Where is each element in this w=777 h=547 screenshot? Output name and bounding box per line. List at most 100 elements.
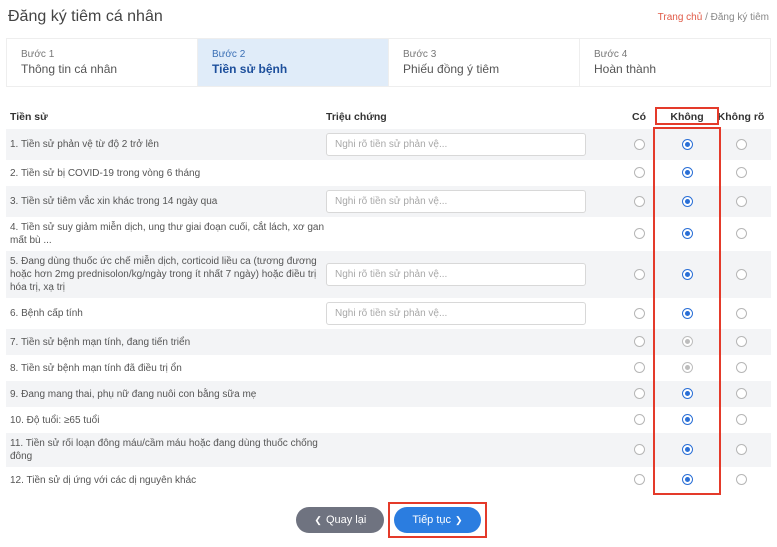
- next-button[interactable]: Tiếp tục ❯: [394, 507, 480, 533]
- row-option-cell: [663, 388, 711, 399]
- table-row: 7. Tiền sử bệnh mạn tính, đang tiến triể…: [6, 329, 771, 355]
- row-symptom-cell: [326, 263, 615, 286]
- back-button[interactable]: ❮ Quay lại: [296, 507, 384, 533]
- radio-yes[interactable]: [634, 362, 645, 373]
- col-header-no: Không: [663, 111, 711, 123]
- breadcrumb: Trang chủ / Đăng ký tiêm: [658, 12, 769, 23]
- row-option-cell: [663, 362, 711, 373]
- radio-no[interactable]: [682, 269, 693, 280]
- symptom-input[interactable]: [326, 190, 586, 213]
- row-option-cell: [615, 167, 663, 178]
- radio-yes[interactable]: [634, 228, 645, 239]
- step-2[interactable]: Bước 2 Tiền sử bệnh: [198, 39, 389, 86]
- row-label: 2. Tiền sử bị COVID-19 trong vòng 6 thán…: [6, 167, 326, 180]
- radio-unknown[interactable]: [736, 167, 747, 178]
- row-option-cell: [663, 414, 711, 425]
- row-option-cell: [663, 336, 711, 347]
- symptom-input[interactable]: [326, 133, 586, 156]
- row-option-cell: [615, 139, 663, 150]
- row-option-cell: [615, 228, 663, 239]
- radio-yes[interactable]: [634, 167, 645, 178]
- breadcrumb-sep: /: [705, 12, 708, 23]
- col-header-history: Tiền sử: [6, 111, 326, 123]
- row-label: 4. Tiền sử suy giảm miễn dịch, ung thư g…: [6, 221, 326, 247]
- radio-no[interactable]: [682, 139, 693, 150]
- row-option-cell: [615, 196, 663, 207]
- row-label: 1. Tiền sử phản vệ từ độ 2 trở lên: [6, 138, 326, 151]
- row-label: 5. Đang dùng thuốc ức chế miễn dịch, cor…: [6, 255, 326, 294]
- table-row: 11. Tiền sử rối loạn đông máu/cầm máu ho…: [6, 433, 771, 467]
- row-label: 6. Bệnh cấp tính: [6, 307, 326, 320]
- row-option-cell: [711, 196, 771, 207]
- step-1[interactable]: Bước 1 Thông tin cá nhân: [7, 39, 198, 86]
- row-option-cell: [615, 269, 663, 280]
- radio-unknown[interactable]: [736, 414, 747, 425]
- chevron-right-icon: ❯: [455, 515, 463, 526]
- row-option-cell: [711, 444, 771, 455]
- radio-yes[interactable]: [634, 308, 645, 319]
- radio-no[interactable]: [682, 167, 693, 178]
- radio-unknown[interactable]: [736, 474, 747, 485]
- radio-no[interactable]: [682, 414, 693, 425]
- radio-unknown[interactable]: [736, 269, 747, 280]
- table-row: 5. Đang dùng thuốc ức chế miễn dịch, cor…: [6, 251, 771, 298]
- table-row: 6. Bệnh cấp tính: [6, 298, 771, 329]
- table-row: 10. Độ tuổi: ≥65 tuổi: [6, 407, 771, 433]
- radio-yes[interactable]: [634, 336, 645, 347]
- symptom-input[interactable]: [326, 302, 586, 325]
- row-option-cell: [615, 474, 663, 485]
- row-option-cell: [663, 269, 711, 280]
- row-option-cell: [711, 167, 771, 178]
- col-header-unknown: Không rõ: [711, 111, 771, 123]
- radio-no[interactable]: [682, 362, 693, 373]
- radio-unknown[interactable]: [736, 388, 747, 399]
- row-option-cell: [615, 308, 663, 319]
- step-num: Bước 1: [21, 49, 183, 60]
- radio-yes[interactable]: [634, 269, 645, 280]
- radio-unknown[interactable]: [736, 228, 747, 239]
- breadcrumb-home[interactable]: Trang chủ: [658, 12, 703, 23]
- row-symptom-cell: [326, 302, 615, 325]
- step-4[interactable]: Bước 4 Hoàn thành: [580, 39, 770, 86]
- row-option-cell: [711, 388, 771, 399]
- row-option-cell: [711, 228, 771, 239]
- table-row: 12. Tiền sử dị ứng với các dị nguyên khá…: [6, 467, 771, 493]
- radio-yes[interactable]: [634, 444, 645, 455]
- radio-no[interactable]: [682, 336, 693, 347]
- radio-unknown[interactable]: [736, 362, 747, 373]
- radio-yes[interactable]: [634, 196, 645, 207]
- radio-yes[interactable]: [634, 388, 645, 399]
- chevron-left-icon: ❮: [314, 515, 322, 526]
- radio-yes[interactable]: [634, 139, 645, 150]
- row-option-cell: [615, 336, 663, 347]
- radio-unknown[interactable]: [736, 336, 747, 347]
- radio-no[interactable]: [682, 196, 693, 207]
- radio-no[interactable]: [682, 228, 693, 239]
- radio-no[interactable]: [682, 474, 693, 485]
- radio-unknown[interactable]: [736, 139, 747, 150]
- radio-unknown[interactable]: [736, 308, 747, 319]
- step-3[interactable]: Bước 3 Phiếu đồng ý tiêm: [389, 39, 580, 86]
- col-header-symptom: Triệu chứng: [326, 111, 615, 123]
- row-symptom-cell: [326, 133, 615, 156]
- radio-no[interactable]: [682, 308, 693, 319]
- row-label: 8. Tiền sử bệnh mạn tính đã điều trị ổn: [6, 362, 326, 375]
- row-option-cell: [663, 308, 711, 319]
- page-title: Đăng ký tiêm cá nhân: [8, 8, 163, 26]
- step-label: Thông tin cá nhân: [21, 62, 183, 76]
- radio-yes[interactable]: [634, 474, 645, 485]
- row-option-cell: [663, 167, 711, 178]
- radio-yes[interactable]: [634, 414, 645, 425]
- row-label: 11. Tiền sử rối loạn đông máu/cầm máu ho…: [6, 437, 326, 463]
- symptom-input[interactable]: [326, 263, 586, 286]
- row-option-cell: [711, 139, 771, 150]
- row-symptom-cell: [326, 190, 615, 213]
- row-option-cell: [711, 414, 771, 425]
- stepper: Bước 1 Thông tin cá nhân Bước 2 Tiền sử …: [6, 38, 771, 87]
- row-option-cell: [615, 414, 663, 425]
- radio-no[interactable]: [682, 444, 693, 455]
- radio-no[interactable]: [682, 388, 693, 399]
- radio-unknown[interactable]: [736, 444, 747, 455]
- row-option-cell: [615, 362, 663, 373]
- radio-unknown[interactable]: [736, 196, 747, 207]
